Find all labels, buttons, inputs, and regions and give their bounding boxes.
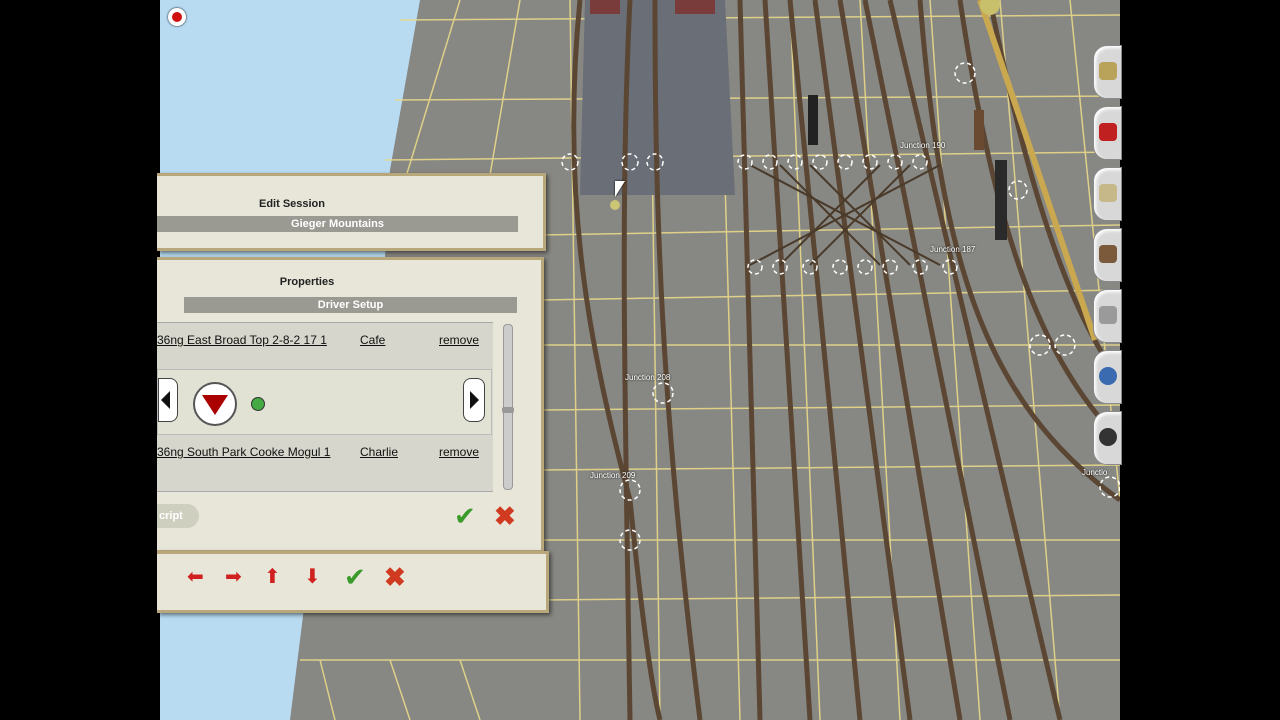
drive-to-marker-icon[interactable] <box>193 382 237 426</box>
train-icon[interactable] <box>1093 411 1122 465</box>
track-icon[interactable] <box>1093 228 1122 282</box>
junction-label: Junctio <box>1082 468 1108 477</box>
junction-label: Junction 208 <box>625 373 671 382</box>
edit-session-panel: Edit Session Gieger Mountains <box>157 173 546 251</box>
junction-label: Junction 187 <box>930 245 976 254</box>
world-icon[interactable] <box>1093 350 1122 404</box>
accept-icon[interactable]: ✔ <box>344 562 366 593</box>
objects-icon[interactable] <box>1093 167 1122 221</box>
tools-icon[interactable] <box>1093 289 1122 343</box>
properties-panel: Properties Driver Setup 36ng East Broad … <box>157 257 544 553</box>
properties-title: Properties <box>279 276 335 288</box>
paint-icon[interactable] <box>1093 106 1122 160</box>
scrollbar-thumb[interactable] <box>502 407 514 413</box>
next-arrow-icon[interactable] <box>463 378 485 422</box>
session-name-field[interactable]: Gieger Mountains <box>157 216 518 232</box>
session-toolbar: ⬅ ➡ ⬆ ⬇ ✔ ✖ <box>157 551 549 613</box>
accept-icon[interactable]: ✔ <box>454 503 476 529</box>
remove-link[interactable]: remove <box>439 333 479 347</box>
move-right-icon[interactable]: ➡ <box>225 564 242 589</box>
junction-label: Junction 190 <box>900 141 946 150</box>
move-left-icon[interactable]: ⬅ <box>187 564 204 589</box>
cancel-icon[interactable]: ✖ <box>384 562 406 593</box>
mouse-cursor-icon <box>615 181 625 197</box>
loco-name[interactable]: 36ng South Park Cooke Mogul 1 <box>157 445 330 459</box>
junction-label: Junction 209 <box>590 471 636 480</box>
remove-link[interactable]: remove <box>439 445 479 459</box>
driver-name[interactable]: Cafe <box>360 333 385 347</box>
prev-arrow-icon[interactable] <box>158 378 178 422</box>
record-indicator-icon[interactable] <box>168 8 186 26</box>
move-up-icon[interactable]: ⬆ <box>264 564 281 589</box>
driver-list[interactable]: 36ng East Broad Top 2-8-2 17 1 Cafe remo… <box>157 322 493 492</box>
cancel-icon[interactable]: ✖ <box>494 503 516 529</box>
go-icon[interactable] <box>251 397 265 411</box>
driver-name[interactable]: Charlie <box>360 445 398 459</box>
terrain-icon[interactable] <box>1093 45 1122 99</box>
tab-driver-setup[interactable]: Driver Setup <box>184 297 517 313</box>
move-down-icon[interactable]: ⬇ <box>304 564 321 589</box>
driver-command-strip <box>157 369 492 435</box>
script-button[interactable]: cript <box>157 504 199 528</box>
loco-name[interactable]: 36ng East Broad Top 2-8-2 17 1 <box>157 333 327 347</box>
driver-list-scrollbar[interactable] <box>502 324 514 490</box>
edit-session-title: Edit Session <box>258 198 326 210</box>
